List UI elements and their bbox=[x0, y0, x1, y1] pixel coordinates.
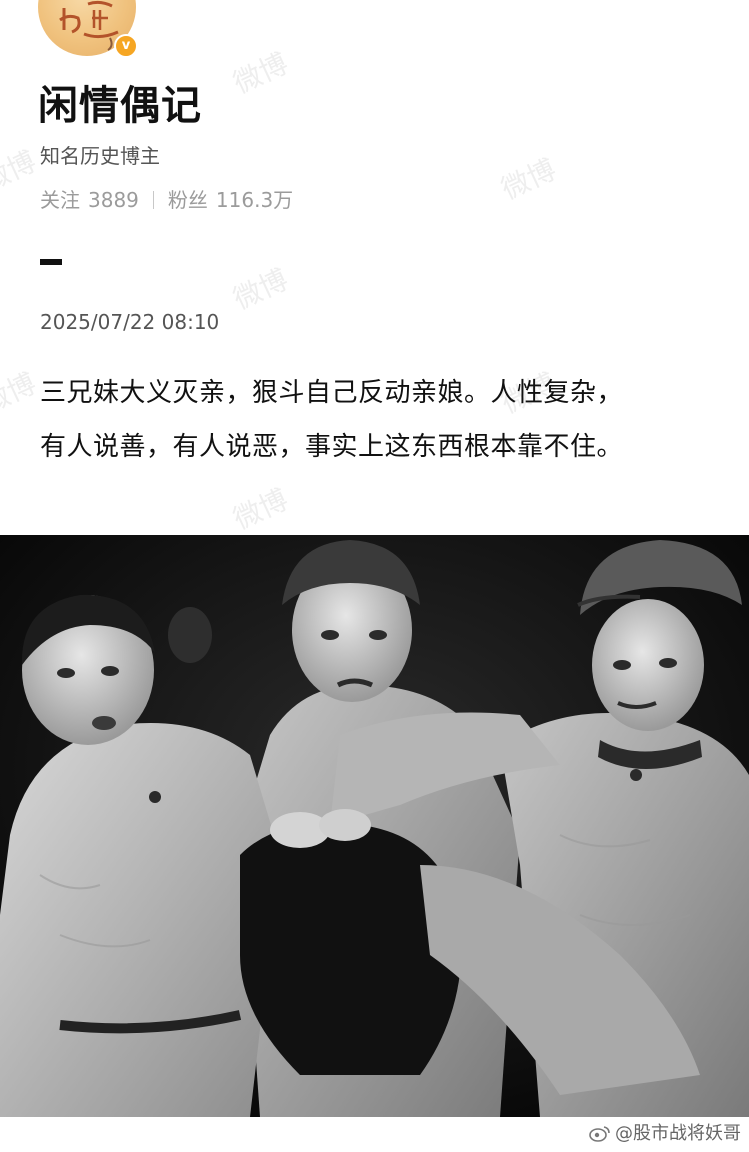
profile-bio: 知名历史博主 bbox=[40, 144, 160, 168]
watermark: 微博 bbox=[0, 366, 41, 421]
image-credit-text: @股市战将妖哥 bbox=[615, 1123, 741, 1144]
weibo-logo-icon bbox=[589, 1126, 610, 1142]
watermark: 微博 bbox=[0, 144, 41, 199]
post-text-line: 三兄妹大义灭亲，狠斗自己反动亲娘。人性复杂， bbox=[40, 378, 624, 408]
historical-photo-image bbox=[0, 535, 749, 1117]
display-name[interactable]: 闲情偶记 bbox=[38, 78, 202, 134]
followers-stat[interactable]: 粉丝 116.3万 bbox=[168, 188, 293, 212]
post-photo[interactable] bbox=[0, 535, 749, 1117]
watermark: 微博 bbox=[228, 262, 293, 317]
verified-badge-icon: v bbox=[114, 34, 138, 58]
watermark: 微博 bbox=[228, 482, 293, 537]
section-dash-mark bbox=[40, 259, 62, 265]
profile-stats: 关注 3889 粉丝 116.3万 bbox=[40, 186, 293, 214]
following-count: 3889 bbox=[88, 188, 139, 212]
watermark: 微博 bbox=[228, 46, 293, 101]
stats-divider bbox=[152, 191, 154, 209]
image-credit: @股市战将妖哥 bbox=[589, 1122, 741, 1146]
watermark: 微博 bbox=[496, 152, 561, 207]
post-text: 三兄妹大义灭亲，狠斗自己反动亲娘。人性复杂， 有人说善，有人说恶，事实上这东西根… bbox=[40, 366, 720, 474]
post-text-line: 有人说善，有人说恶，事实上这东西根本靠不住。 bbox=[40, 432, 624, 462]
post-timestamp: 2025/07/22 08:10 bbox=[40, 310, 220, 334]
followers-label: 粉丝 bbox=[167, 188, 208, 212]
weibo-post-page: 微博 微博 微博 微博 微博 微博 微博 v 闲情偶记 知名历史博主 关注 388… bbox=[0, 0, 749, 1152]
following-label: 关注 bbox=[40, 188, 80, 212]
following-stat[interactable]: 关注 3889 bbox=[40, 188, 139, 212]
followers-count: 116.3万 bbox=[215, 188, 294, 212]
